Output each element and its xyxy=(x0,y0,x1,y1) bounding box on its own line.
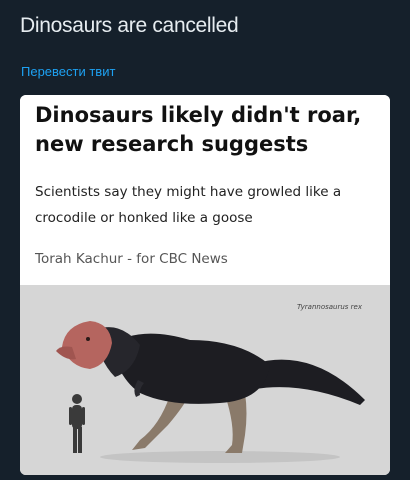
tweet-text: Dinosaurs are cancelled xyxy=(20,14,239,37)
link-preview-card[interactable]: Dinosaurs likely didn't roar, new resear… xyxy=(20,95,390,475)
article-image: Tyrannosaurus rex xyxy=(20,285,390,475)
article-subheadline: Scientists say they might have growled l… xyxy=(35,184,342,226)
article-headline: Dinosaurs likely didn't roar, new resear… xyxy=(35,103,362,156)
dinosaur-eye xyxy=(86,337,90,341)
human-silhouette xyxy=(69,394,85,453)
species-caption: Tyrannosaurus rex xyxy=(296,303,362,311)
ground-shadow xyxy=(100,451,340,463)
translate-tweet-link[interactable]: Перевести твит xyxy=(21,64,115,79)
dinosaur-illustration xyxy=(56,321,365,463)
card-text-area: Dinosaurs likely didn't roar, new resear… xyxy=(20,95,390,285)
article-byline: Torah Kachur - for CBC News xyxy=(35,251,228,267)
